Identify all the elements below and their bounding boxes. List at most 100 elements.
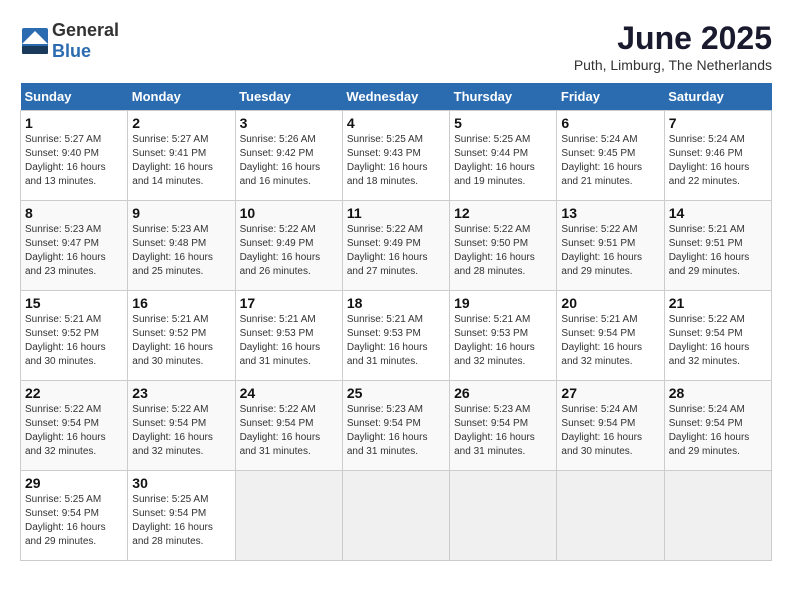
header-cell-tuesday: Tuesday — [235, 83, 342, 111]
day-detail: Sunrise: 5:25 AMSunset: 9:54 PMDaylight:… — [132, 494, 213, 547]
calendar-title: June 2025 — [574, 20, 772, 57]
day-cell: 20 Sunrise: 5:21 AMSunset: 9:54 PMDaylig… — [557, 291, 664, 381]
day-cell: 17 Sunrise: 5:21 AMSunset: 9:53 PMDaylig… — [235, 291, 342, 381]
day-detail: Sunrise: 5:21 AMSunset: 9:52 PMDaylight:… — [25, 314, 106, 367]
day-number: 26 — [454, 385, 552, 401]
day-detail: Sunrise: 5:22 AMSunset: 9:54 PMDaylight:… — [240, 404, 321, 457]
day-detail: Sunrise: 5:22 AMSunset: 9:50 PMDaylight:… — [454, 224, 535, 277]
calendar-table: SundayMondayTuesdayWednesdayThursdayFrid… — [20, 83, 772, 561]
day-detail: Sunrise: 5:25 AMSunset: 9:54 PMDaylight:… — [25, 494, 106, 547]
day-number: 2 — [132, 115, 230, 131]
day-cell: 30 Sunrise: 5:25 AMSunset: 9:54 PMDaylig… — [128, 471, 235, 561]
day-cell — [342, 471, 449, 561]
day-cell: 22 Sunrise: 5:22 AMSunset: 9:54 PMDaylig… — [21, 381, 128, 471]
day-cell: 23 Sunrise: 5:22 AMSunset: 9:54 PMDaylig… — [128, 381, 235, 471]
day-cell: 7 Sunrise: 5:24 AMSunset: 9:46 PMDayligh… — [664, 111, 771, 201]
day-detail: Sunrise: 5:24 AMSunset: 9:54 PMDaylight:… — [561, 404, 642, 457]
header-cell-friday: Friday — [557, 83, 664, 111]
day-number: 6 — [561, 115, 659, 131]
day-number: 5 — [454, 115, 552, 131]
day-cell: 15 Sunrise: 5:21 AMSunset: 9:52 PMDaylig… — [21, 291, 128, 381]
day-number: 13 — [561, 205, 659, 221]
day-number: 11 — [347, 205, 445, 221]
day-number: 4 — [347, 115, 445, 131]
header-cell-monday: Monday — [128, 83, 235, 111]
day-cell: 12 Sunrise: 5:22 AMSunset: 9:50 PMDaylig… — [450, 201, 557, 291]
day-detail: Sunrise: 5:22 AMSunset: 9:54 PMDaylight:… — [132, 404, 213, 457]
week-row-1: 1 Sunrise: 5:27 AMSunset: 9:40 PMDayligh… — [21, 111, 772, 201]
day-number: 27 — [561, 385, 659, 401]
day-detail: Sunrise: 5:24 AMSunset: 9:54 PMDaylight:… — [669, 404, 750, 457]
day-number: 21 — [669, 295, 767, 311]
day-detail: Sunrise: 5:22 AMSunset: 9:54 PMDaylight:… — [669, 314, 750, 367]
header-cell-wednesday: Wednesday — [342, 83, 449, 111]
day-number: 25 — [347, 385, 445, 401]
day-cell: 25 Sunrise: 5:23 AMSunset: 9:54 PMDaylig… — [342, 381, 449, 471]
day-number: 10 — [240, 205, 338, 221]
day-cell — [450, 471, 557, 561]
day-cell: 10 Sunrise: 5:22 AMSunset: 9:49 PMDaylig… — [235, 201, 342, 291]
day-cell: 5 Sunrise: 5:25 AMSunset: 9:44 PMDayligh… — [450, 111, 557, 201]
day-cell: 8 Sunrise: 5:23 AMSunset: 9:47 PMDayligh… — [21, 201, 128, 291]
day-detail: Sunrise: 5:22 AMSunset: 9:49 PMDaylight:… — [347, 224, 428, 277]
day-number: 9 — [132, 205, 230, 221]
header: General Blue June 2025 Puth, Limburg, Th… — [20, 20, 772, 73]
day-number: 18 — [347, 295, 445, 311]
day-number: 24 — [240, 385, 338, 401]
day-number: 3 — [240, 115, 338, 131]
day-detail: Sunrise: 5:22 AMSunset: 9:49 PMDaylight:… — [240, 224, 321, 277]
day-number: 1 — [25, 115, 123, 131]
day-cell: 9 Sunrise: 5:23 AMSunset: 9:48 PMDayligh… — [128, 201, 235, 291]
day-detail: Sunrise: 5:21 AMSunset: 9:54 PMDaylight:… — [561, 314, 642, 367]
logo-icon — [20, 26, 50, 56]
day-number: 8 — [25, 205, 123, 221]
day-cell: 18 Sunrise: 5:21 AMSunset: 9:53 PMDaylig… — [342, 291, 449, 381]
day-detail: Sunrise: 5:23 AMSunset: 9:48 PMDaylight:… — [132, 224, 213, 277]
day-cell: 29 Sunrise: 5:25 AMSunset: 9:54 PMDaylig… — [21, 471, 128, 561]
day-cell: 19 Sunrise: 5:21 AMSunset: 9:53 PMDaylig… — [450, 291, 557, 381]
day-detail: Sunrise: 5:27 AMSunset: 9:41 PMDaylight:… — [132, 134, 213, 187]
day-cell: 3 Sunrise: 5:26 AMSunset: 9:42 PMDayligh… — [235, 111, 342, 201]
logo-text-general: General — [52, 20, 119, 40]
day-cell — [664, 471, 771, 561]
day-number: 16 — [132, 295, 230, 311]
day-cell: 4 Sunrise: 5:25 AMSunset: 9:43 PMDayligh… — [342, 111, 449, 201]
day-cell — [235, 471, 342, 561]
title-area: June 2025 Puth, Limburg, The Netherlands — [574, 20, 772, 73]
day-detail: Sunrise: 5:23 AMSunset: 9:47 PMDaylight:… — [25, 224, 106, 277]
day-number: 23 — [132, 385, 230, 401]
week-row-2: 8 Sunrise: 5:23 AMSunset: 9:47 PMDayligh… — [21, 201, 772, 291]
day-detail: Sunrise: 5:27 AMSunset: 9:40 PMDaylight:… — [25, 134, 106, 187]
day-detail: Sunrise: 5:25 AMSunset: 9:44 PMDaylight:… — [454, 134, 535, 187]
week-row-3: 15 Sunrise: 5:21 AMSunset: 9:52 PMDaylig… — [21, 291, 772, 381]
day-detail: Sunrise: 5:23 AMSunset: 9:54 PMDaylight:… — [347, 404, 428, 457]
logo-text-blue: Blue — [52, 41, 91, 61]
calendar-subtitle: Puth, Limburg, The Netherlands — [574, 57, 772, 73]
day-cell: 11 Sunrise: 5:22 AMSunset: 9:49 PMDaylig… — [342, 201, 449, 291]
day-detail: Sunrise: 5:22 AMSunset: 9:54 PMDaylight:… — [25, 404, 106, 457]
day-cell: 24 Sunrise: 5:22 AMSunset: 9:54 PMDaylig… — [235, 381, 342, 471]
week-row-5: 29 Sunrise: 5:25 AMSunset: 9:54 PMDaylig… — [21, 471, 772, 561]
day-cell — [557, 471, 664, 561]
day-detail: Sunrise: 5:23 AMSunset: 9:54 PMDaylight:… — [454, 404, 535, 457]
day-number: 15 — [25, 295, 123, 311]
day-cell: 16 Sunrise: 5:21 AMSunset: 9:52 PMDaylig… — [128, 291, 235, 381]
header-row: SundayMondayTuesdayWednesdayThursdayFrid… — [21, 83, 772, 111]
day-number: 22 — [25, 385, 123, 401]
day-detail: Sunrise: 5:21 AMSunset: 9:53 PMDaylight:… — [347, 314, 428, 367]
day-number: 7 — [669, 115, 767, 131]
day-detail: Sunrise: 5:21 AMSunset: 9:53 PMDaylight:… — [454, 314, 535, 367]
day-number: 12 — [454, 205, 552, 221]
day-cell: 26 Sunrise: 5:23 AMSunset: 9:54 PMDaylig… — [450, 381, 557, 471]
day-number: 29 — [25, 475, 123, 491]
day-number: 19 — [454, 295, 552, 311]
day-detail: Sunrise: 5:24 AMSunset: 9:45 PMDaylight:… — [561, 134, 642, 187]
day-cell: 14 Sunrise: 5:21 AMSunset: 9:51 PMDaylig… — [664, 201, 771, 291]
day-cell: 28 Sunrise: 5:24 AMSunset: 9:54 PMDaylig… — [664, 381, 771, 471]
day-number: 17 — [240, 295, 338, 311]
day-cell: 27 Sunrise: 5:24 AMSunset: 9:54 PMDaylig… — [557, 381, 664, 471]
day-cell: 2 Sunrise: 5:27 AMSunset: 9:41 PMDayligh… — [128, 111, 235, 201]
day-cell: 6 Sunrise: 5:24 AMSunset: 9:45 PMDayligh… — [557, 111, 664, 201]
day-number: 30 — [132, 475, 230, 491]
day-cell: 21 Sunrise: 5:22 AMSunset: 9:54 PMDaylig… — [664, 291, 771, 381]
